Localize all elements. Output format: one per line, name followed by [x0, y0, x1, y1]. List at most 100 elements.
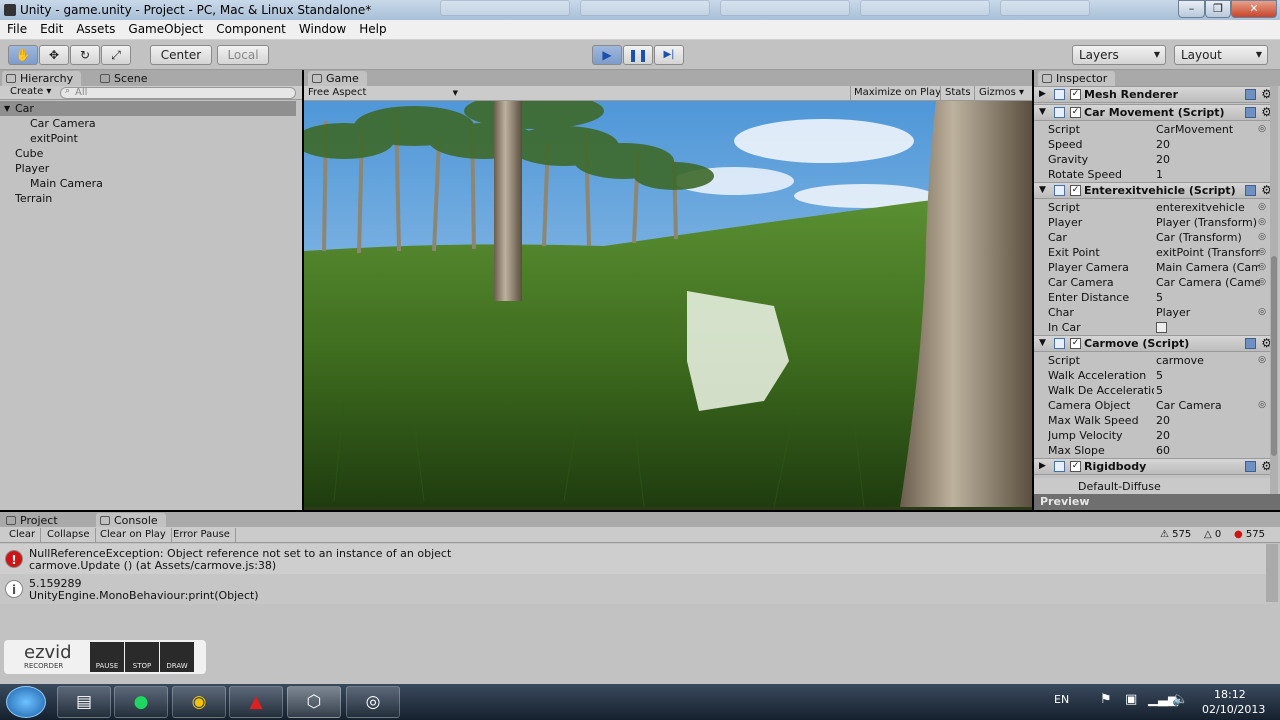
- hierarchy-item[interactable]: exitPoint: [0, 131, 296, 146]
- property-value-field[interactable]: 60: [1156, 443, 1260, 458]
- clear-button[interactable]: Clear: [4, 528, 42, 542]
- clock-date[interactable]: 02/10/2013: [1202, 703, 1265, 716]
- chrome-icon[interactable]: ◉: [172, 686, 226, 718]
- component-header[interactable]: ▼ ✓ Car Movement (Script) ⚙: [1034, 104, 1278, 121]
- hierarchy-search-input[interactable]: ⌕ All: [60, 86, 296, 99]
- property-value-field[interactable]: 5: [1156, 368, 1260, 383]
- property-value-field[interactable]: 20: [1156, 137, 1260, 152]
- property-value-field[interactable]: 20: [1156, 152, 1260, 167]
- step-button[interactable]: ▶|: [654, 45, 684, 65]
- move-tool-icon[interactable]: ✥: [39, 45, 69, 65]
- menu-component[interactable]: Component: [209, 20, 292, 36]
- property-value-field[interactable]: Car Camera: [1156, 398, 1260, 413]
- property-value-field[interactable]: enterexitvehicle: [1156, 200, 1260, 215]
- object-picker-icon[interactable]: ◎: [1258, 305, 1266, 320]
- minimize-button[interactable]: –: [1178, 0, 1205, 18]
- unity-taskbar-icon[interactable]: ⬡: [287, 686, 341, 718]
- foldout-arrow-icon[interactable]: ▶: [1039, 87, 1046, 102]
- collapse-button[interactable]: Collapse: [42, 528, 96, 542]
- start-button[interactable]: [6, 686, 46, 718]
- component-enabled-checkbox[interactable]: ✓: [1070, 338, 1081, 349]
- foldout-arrow-icon[interactable]: ▼: [1039, 336, 1046, 351]
- object-picker-icon[interactable]: ◎: [1258, 215, 1266, 230]
- object-picker-icon[interactable]: ◎: [1258, 353, 1266, 368]
- acrobat-icon[interactable]: ▲: [229, 686, 283, 718]
- hand-tool-icon[interactable]: ✋: [8, 45, 38, 65]
- layers-dropdown[interactable]: Layers ▼: [1072, 45, 1166, 65]
- maximize-on-play-toggle[interactable]: Maximize on Play: [850, 86, 944, 100]
- pivot-local-button[interactable]: Local: [217, 45, 269, 65]
- book-help-icon[interactable]: [1245, 89, 1256, 100]
- foldout-arrow-icon[interactable]: ▼: [1039, 105, 1046, 120]
- volume-icon[interactable]: 🔈: [1172, 692, 1188, 707]
- property-value-field[interactable]: Player: [1156, 305, 1260, 320]
- property-value-field[interactable]: CarMovement: [1156, 122, 1260, 137]
- aspect-dropdown[interactable]: Free Aspect ▼: [308, 86, 458, 100]
- book-help-icon[interactable]: [1245, 338, 1256, 349]
- property-value-field[interactable]: 20: [1156, 428, 1260, 443]
- scrollbar-thumb[interactable]: [1271, 256, 1277, 456]
- clear-on-play-button[interactable]: Clear on Play: [95, 528, 172, 542]
- object-picker-icon[interactable]: ◎: [1258, 245, 1266, 260]
- spotify-icon[interactable]: ●: [114, 686, 168, 718]
- game-viewport[interactable]: [304, 101, 1032, 507]
- menu-edit[interactable]: Edit: [33, 20, 69, 36]
- console-entry[interactable]: i 5.159289 UnityEngine.MonoBehaviour:print…: [0, 574, 1272, 604]
- book-help-icon[interactable]: [1245, 185, 1256, 196]
- component-enabled-checkbox[interactable]: ✓: [1070, 185, 1081, 196]
- tab-scene[interactable]: Scene: [96, 71, 156, 86]
- component-header[interactable]: ▼ ✓ Carmove (Script) ⚙: [1034, 335, 1278, 352]
- component-enabled-checkbox[interactable]: ✓: [1070, 461, 1081, 472]
- tab-project[interactable]: Project: [2, 513, 66, 528]
- object-picker-icon[interactable]: ◎: [1258, 275, 1266, 290]
- tab-game[interactable]: Game: [308, 71, 367, 86]
- flag-icon[interactable]: ⚑: [1100, 692, 1112, 707]
- component-header[interactable]: ▼ ✓ Enterexitvehicle (Script) ⚙: [1034, 182, 1278, 199]
- create-dropdown[interactable]: Create ▾: [10, 86, 51, 97]
- clock-time[interactable]: 18:12: [1214, 688, 1246, 701]
- property-value-field[interactable]: exitPoint (Transform): [1156, 245, 1260, 260]
- property-value-field[interactable]: carmove: [1156, 353, 1260, 368]
- property-value-field[interactable]: Car Camera (Camera): [1156, 275, 1260, 290]
- property-value-field[interactable]: 5: [1156, 290, 1260, 305]
- object-picker-icon[interactable]: ◎: [1258, 398, 1266, 413]
- object-picker-icon[interactable]: ◎: [1258, 200, 1266, 215]
- scale-tool-icon[interactable]: ⤢: [101, 45, 131, 65]
- hierarchy-item[interactable]: Car Camera: [0, 116, 296, 131]
- hierarchy-item[interactable]: Player: [0, 161, 296, 176]
- error-pause-button[interactable]: Error Pause: [168, 528, 236, 542]
- foldout-arrow-icon[interactable]: ▶: [1039, 459, 1046, 474]
- property-value-field[interactable]: 1: [1156, 167, 1260, 182]
- foldout-arrow-icon[interactable]: ▼: [1039, 183, 1046, 198]
- property-value-field[interactable]: Car (Transform): [1156, 230, 1260, 245]
- gizmos-dropdown[interactable]: Gizmos ▾: [974, 86, 1028, 100]
- tab-inspector[interactable]: Inspector: [1038, 71, 1116, 86]
- property-value-field[interactable]: 5: [1156, 383, 1260, 398]
- menu-assets[interactable]: Assets: [69, 20, 121, 36]
- language-indicator[interactable]: EN: [1054, 693, 1069, 706]
- stats-toggle[interactable]: Stats: [940, 86, 975, 100]
- rotate-tool-icon[interactable]: ↻: [70, 45, 100, 65]
- console-scrollbar[interactable]: [1266, 544, 1278, 602]
- pivot-center-button[interactable]: Center: [150, 45, 212, 65]
- preview-header[interactable]: Preview: [1034, 494, 1280, 510]
- maximize-button[interactable]: ❐: [1205, 0, 1231, 18]
- error-count-toggle[interactable]: ⚠ 575: [1160, 529, 1191, 540]
- menu-help[interactable]: Help: [352, 20, 392, 36]
- property-value-field[interactable]: Player (Transform): [1156, 215, 1260, 230]
- object-picker-icon[interactable]: ◎: [1258, 122, 1266, 137]
- pause-button[interactable]: ❚❚: [623, 45, 653, 65]
- component-enabled-checkbox[interactable]: ✓: [1070, 89, 1081, 100]
- property-value-field[interactable]: 20: [1156, 413, 1260, 428]
- component-header[interactable]: ▶ ✓ Rigidbody ⚙: [1034, 458, 1278, 475]
- object-picker-icon[interactable]: ◎: [1258, 260, 1266, 275]
- tab-hierarchy[interactable]: Hierarchy: [2, 71, 82, 86]
- component-header[interactable]: ▶ ✓ Mesh Renderer ⚙: [1034, 86, 1278, 103]
- object-picker-icon[interactable]: ◎: [1258, 230, 1266, 245]
- menu-window[interactable]: Window: [292, 20, 352, 36]
- material-row[interactable]: Default-Diffuse: [1034, 478, 1278, 494]
- book-help-icon[interactable]: [1245, 461, 1256, 472]
- inspector-scrollbar[interactable]: [1270, 86, 1278, 494]
- menu-file[interactable]: File: [0, 20, 33, 36]
- hierarchy-item[interactable]: Car ▼: [0, 101, 296, 116]
